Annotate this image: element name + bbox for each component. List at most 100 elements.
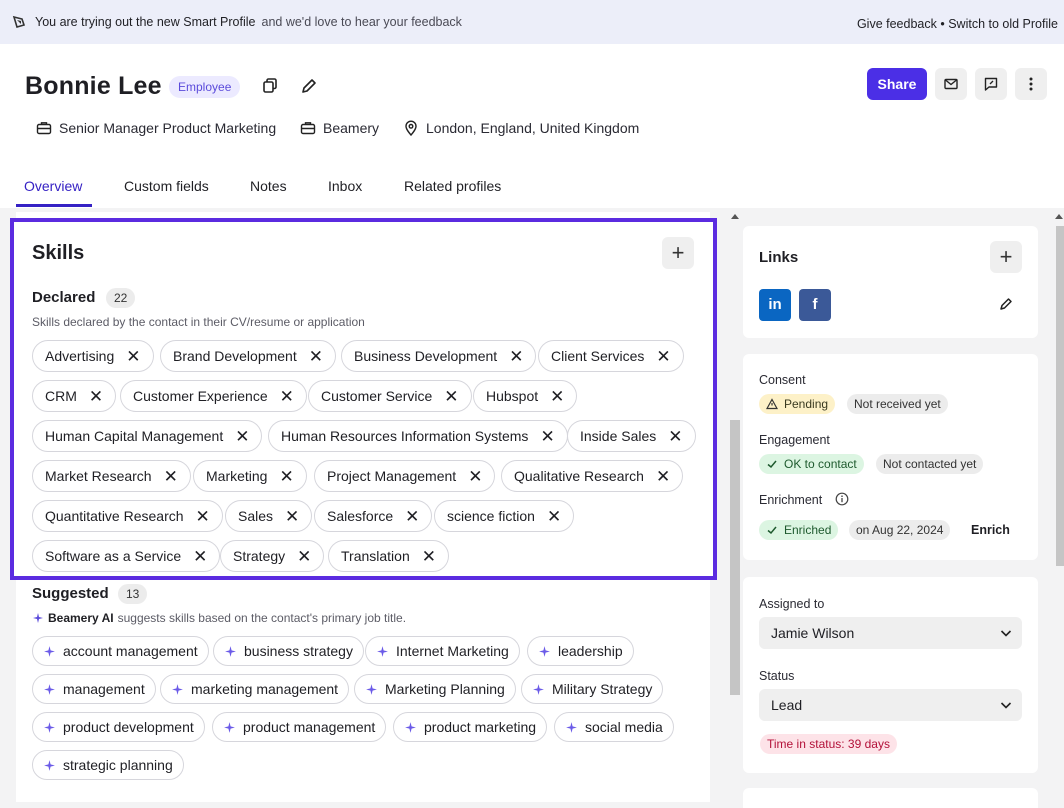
right-scrollbar-thumb[interactable] xyxy=(1056,226,1064,566)
skill-label: Qualitative Research xyxy=(514,468,644,484)
ai-sparkle-icon xyxy=(44,645,55,657)
tab-notes[interactable]: Notes xyxy=(250,178,287,194)
remove-skill-close-icon[interactable]: ✕ xyxy=(89,388,103,405)
switch-old-profile-link[interactable]: Switch to old Profile xyxy=(948,17,1058,31)
declared-skill-chip[interactable]: Customer Service ✕ xyxy=(308,380,472,412)
assigned-to-select[interactable]: Jamie Wilson xyxy=(759,617,1022,649)
ai-sparkle-icon xyxy=(44,759,55,771)
tab-related-profiles[interactable]: Related profiles xyxy=(404,178,501,194)
remove-skill-close-icon[interactable]: ✕ xyxy=(193,548,207,565)
remove-skill-close-icon[interactable]: ✕ xyxy=(405,508,419,525)
skill-label: Client Services xyxy=(551,348,645,364)
declared-skill-chip[interactable]: Advertising ✕ xyxy=(32,340,154,372)
suggested-skill-chip[interactable]: account management xyxy=(32,636,209,666)
remove-skill-close-icon[interactable]: ✕ xyxy=(444,388,458,405)
declared-skill-chip[interactable]: Translation ✕ xyxy=(328,540,449,572)
remove-skill-close-icon[interactable]: ✕ xyxy=(285,508,299,525)
suggested-skill-chip[interactable]: leadership xyxy=(527,636,634,666)
edit-links-pencil-icon[interactable] xyxy=(998,296,1014,312)
declared-skill-chip[interactable]: Strategy ✕ xyxy=(220,540,325,572)
declared-skill-chip[interactable]: Quantitative Research ✕ xyxy=(32,500,223,532)
add-skill-button[interactable]: + xyxy=(662,237,694,269)
remove-skill-close-icon[interactable]: ✕ xyxy=(279,468,293,485)
remove-skill-close-icon[interactable]: ✕ xyxy=(235,428,249,445)
suggested-skill-chip[interactable]: Military Strategy xyxy=(521,674,664,704)
remove-skill-close-icon[interactable]: ✕ xyxy=(468,468,482,485)
consent-status-badge: Not received yet xyxy=(847,394,948,414)
main-scrollbar-thumb[interactable] xyxy=(730,420,740,695)
remove-skill-close-icon[interactable]: ✕ xyxy=(280,388,294,405)
declared-skill-chip[interactable]: Project Management ✕ xyxy=(314,460,496,492)
suggested-skill-chip[interactable]: product development xyxy=(32,712,205,742)
right-scroll-up-arrow-icon[interactable] xyxy=(1055,214,1063,219)
suggested-skill-chip[interactable]: management xyxy=(32,674,156,704)
share-button[interactable]: Share xyxy=(867,68,927,100)
declared-skill-chip[interactable]: Sales ✕ xyxy=(225,500,313,532)
add-link-button[interactable]: + xyxy=(990,241,1022,273)
assigned-to-value: Jamie Wilson xyxy=(771,625,855,641)
message-button[interactable] xyxy=(975,68,1007,100)
suggested-skill-chip[interactable]: Marketing Planning xyxy=(354,674,516,704)
remove-skill-close-icon[interactable]: ✕ xyxy=(550,388,564,405)
remove-skill-close-icon[interactable]: ✕ xyxy=(540,428,554,445)
suggested-skill-chip[interactable]: product marketing xyxy=(393,712,548,742)
suggested-skill-label: social media xyxy=(585,719,663,735)
declared-skill-chip[interactable]: Market Research ✕ xyxy=(32,460,191,492)
declared-skill-chip[interactable]: Salesforce ✕ xyxy=(314,500,433,532)
email-button[interactable] xyxy=(935,68,967,100)
declared-skill-chip[interactable]: Customer Experience ✕ xyxy=(120,380,307,412)
declared-skill-chip[interactable]: Software as a Service ✕ xyxy=(32,540,221,572)
enrich-button[interactable]: Enrich xyxy=(971,523,1010,537)
declared-skill-chip[interactable]: Qualitative Research ✕ xyxy=(501,460,684,492)
declared-skill-chip[interactable]: Marketing ✕ xyxy=(193,460,307,492)
remove-skill-close-icon[interactable]: ✕ xyxy=(656,348,670,365)
tab-custom-fields[interactable]: Custom fields xyxy=(124,178,209,194)
remove-skill-close-icon[interactable]: ✕ xyxy=(668,428,682,445)
declared-skill-chip[interactable]: Business Development ✕ xyxy=(341,340,537,372)
remove-skill-close-icon[interactable]: ✕ xyxy=(126,348,140,365)
suggested-skill-chip[interactable]: marketing management xyxy=(160,674,350,704)
suggested-skill-chip[interactable]: social media xyxy=(554,712,674,742)
remove-skill-close-icon[interactable]: ✕ xyxy=(547,508,561,525)
declared-skill-chip[interactable]: science fiction ✕ xyxy=(434,500,575,532)
more-options-button[interactable] xyxy=(1015,68,1047,100)
suggested-skill-chip[interactable]: Internet Marketing xyxy=(365,636,520,666)
declared-skill-chip[interactable]: Hubspot ✕ xyxy=(473,380,578,412)
declared-skill-chip[interactable]: Brand Development ✕ xyxy=(160,340,336,372)
scroll-up-arrow-icon[interactable] xyxy=(731,214,739,219)
remove-skill-close-icon[interactable]: ✕ xyxy=(196,508,210,525)
edit-pencil-icon[interactable] xyxy=(299,76,319,96)
declared-skill-chip[interactable]: Human Capital Management ✕ xyxy=(32,420,263,452)
engagement-status-badge: Not contacted yet xyxy=(876,454,984,474)
suggested-skill-label: marketing management xyxy=(191,681,339,697)
ai-sparkle-icon xyxy=(405,721,416,733)
facebook-link[interactable]: f xyxy=(799,289,831,321)
remove-skill-close-icon[interactable]: ✕ xyxy=(509,348,523,365)
give-feedback-link[interactable]: Give feedback xyxy=(857,17,937,31)
suggested-skill-chip[interactable]: strategic planning xyxy=(32,750,184,780)
copy-icon[interactable] xyxy=(259,76,279,96)
linkedin-link[interactable]: in xyxy=(759,289,791,321)
remove-skill-close-icon[interactable]: ✕ xyxy=(164,468,178,485)
remove-skill-close-icon[interactable]: ✕ xyxy=(309,348,323,365)
declared-skill-chip[interactable]: Inside Sales ✕ xyxy=(567,420,696,452)
declared-skill-chip[interactable]: Client Services ✕ xyxy=(538,340,684,372)
remove-skill-close-icon[interactable]: ✕ xyxy=(297,548,311,565)
declared-skill-chip[interactable]: Human Resources Information Systems ✕ xyxy=(268,420,568,452)
tab-overview[interactable]: Overview xyxy=(24,178,82,194)
plus-icon: + xyxy=(999,244,1013,269)
ok-to-contact-badge: OK to contact xyxy=(759,454,864,474)
suggested-skill-chip[interactable]: business strategy xyxy=(213,636,364,666)
ai-name: Beamery AI xyxy=(48,611,114,625)
remove-skill-close-icon[interactable]: ✕ xyxy=(422,548,436,565)
suggested-skill-chip[interactable]: product management xyxy=(212,712,387,742)
info-icon[interactable] xyxy=(835,492,849,506)
status-value: Lead xyxy=(771,697,803,713)
tab-inbox[interactable]: Inbox xyxy=(328,178,362,194)
remove-skill-close-icon[interactable]: ✕ xyxy=(656,468,670,485)
status-select[interactable]: Lead xyxy=(759,689,1022,721)
enrichment-label: Enrichment xyxy=(759,493,823,507)
declared-skill-chip[interactable]: CRM ✕ xyxy=(32,380,117,412)
location-text: London, England, United Kingdom xyxy=(426,120,640,136)
skill-label: Marketing xyxy=(206,468,268,484)
